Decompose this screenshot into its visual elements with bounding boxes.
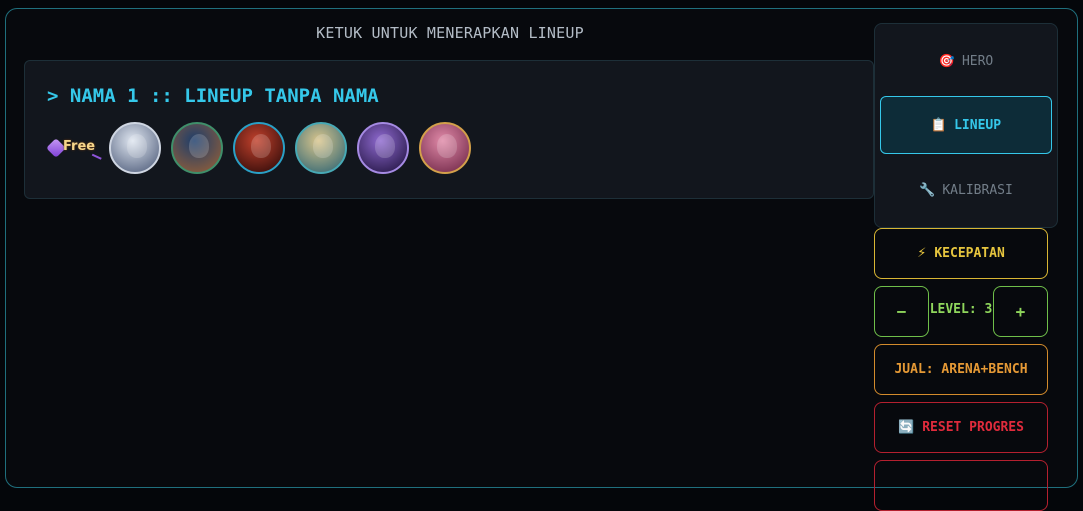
tab-kalibrasi[interactable]: 🔧 KALIBRASI (880, 161, 1052, 219)
hero-list: Free (46, 122, 481, 174)
sell-label: JUAL: ARENA+BENCH (894, 362, 1028, 377)
hero-portrait (233, 122, 285, 174)
level-decrease-button[interactable]: − (874, 286, 929, 337)
extra-button[interactable] (874, 460, 1048, 511)
tab-lineup[interactable]: 📋 LINEUP (880, 96, 1052, 154)
hero-portrait (171, 122, 223, 174)
lineup-card[interactable]: > NAMA 1 :: LINEUP TANPA NAMA Free (24, 60, 874, 199)
free-badge-icon: Free (46, 136, 105, 160)
reset-label: RESET PROGRES (922, 420, 1024, 435)
free-badge-label: Free (63, 139, 96, 154)
clipboard-icon: 📋 (930, 117, 948, 133)
speed-label: KECEPATAN (934, 246, 1005, 261)
hero-portrait (109, 122, 161, 174)
hero-portrait (357, 122, 409, 174)
hero-portrait (419, 122, 471, 174)
lineup-title: > NAMA 1 :: LINEUP TANPA NAMA (47, 85, 379, 107)
level-readout: LEVEL: 3 (929, 302, 993, 317)
refresh-icon: 🔄 (898, 420, 915, 435)
sell-button[interactable]: JUAL: ARENA+BENCH (874, 344, 1048, 395)
tab-lineup-label: LINEUP (954, 117, 1002, 133)
reset-progress-button[interactable]: 🔄 RESET PROGRES (874, 402, 1048, 453)
nav-group: 🎯 HERO 📋 LINEUP 🔧 KALIBRASI (874, 23, 1058, 228)
apply-lineup-hint: KETUK UNTUK MENERAPKAN LINEUP (316, 24, 584, 42)
target-icon: 🎯 (938, 53, 955, 69)
lightning-icon: ⚡ (917, 246, 927, 261)
tab-hero-label: HERO (961, 53, 994, 69)
speed-button[interactable]: ⚡ KECEPATAN (874, 228, 1048, 279)
tab-kalibrasi-label: KALIBRASI (942, 182, 1013, 198)
wrench-icon: 🔧 (919, 182, 936, 198)
tab-hero[interactable]: 🎯 HERO (880, 32, 1052, 90)
level-increase-button[interactable]: + (993, 286, 1048, 337)
hero-portrait (295, 122, 347, 174)
